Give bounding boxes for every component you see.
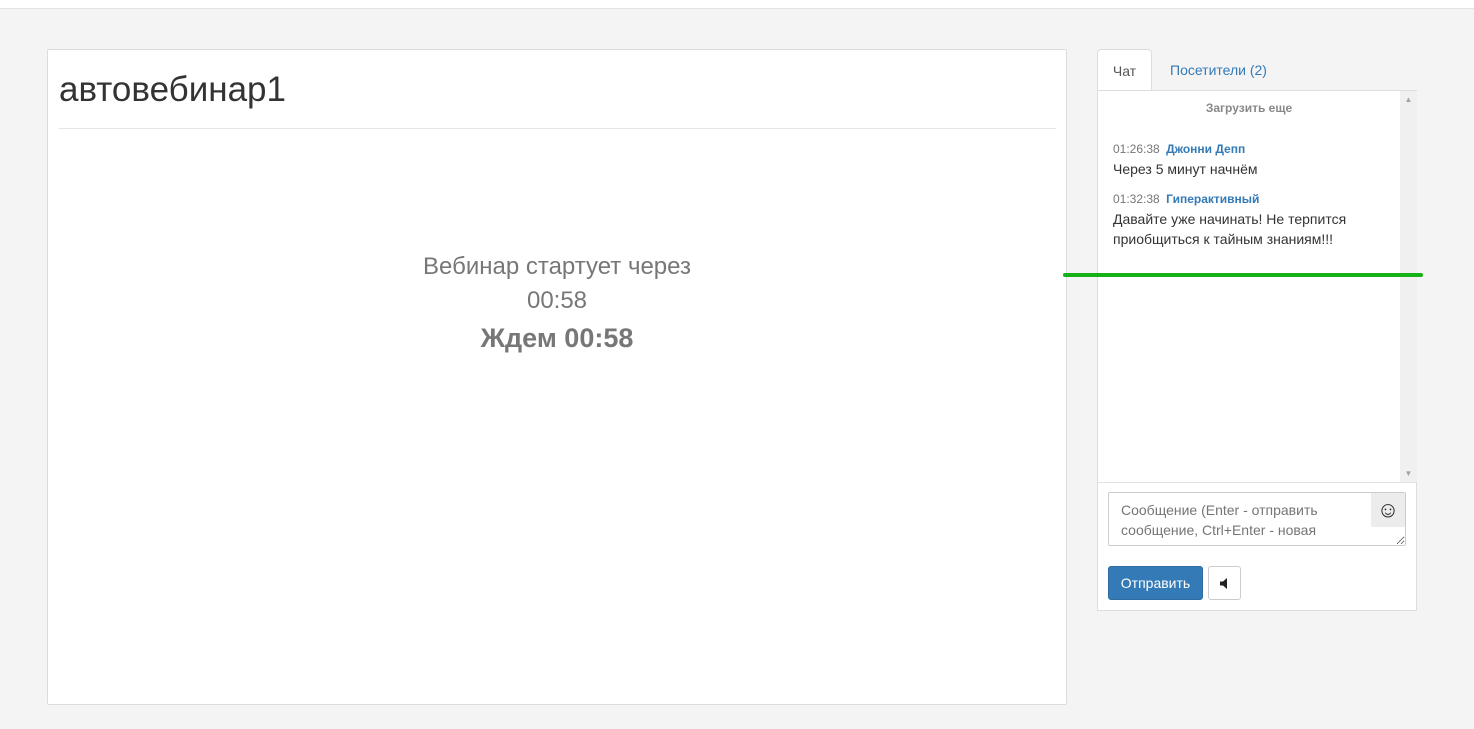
message-author[interactable]: Гиперактивный — [1166, 192, 1259, 206]
chat-message: 01:32:38 Гиперактивный Давайте уже начин… — [1113, 190, 1393, 249]
speaker-icon-graphic — [1220, 578, 1227, 589]
chat-box: Загрузить еще 01:26:38 Джонни Депп Через… — [1097, 90, 1417, 611]
message-text: Через 5 минут начнём — [1113, 161, 1258, 177]
countdown-label: Вебинар стартует через — [423, 253, 691, 280]
chat-divider — [1098, 482, 1416, 483]
tab-chat[interactable]: Чат — [1097, 49, 1152, 91]
message-meta: 01:32:38 Гиперактивный — [1113, 190, 1393, 208]
countdown: Вебинар стартует через 00:58 Ждем 00:58 — [48, 250, 1066, 358]
tab-visitors[interactable]: Посетители (2) — [1155, 49, 1282, 91]
smiley-icon[interactable]: ☺ — [1371, 493, 1405, 527]
message-author[interactable]: Джонни Депп — [1166, 142, 1245, 156]
page-title: автовебинар1 — [59, 70, 286, 109]
webinar-panel: автовебинар1 Вебинар стартует через 00:5… — [47, 49, 1067, 705]
send-button[interactable]: Отправить — [1108, 566, 1203, 600]
message-text: Давайте уже начинать! Не терпится приобщ… — [1113, 211, 1347, 247]
green-annotation-line — [1063, 273, 1423, 277]
message-list[interactable]: Загрузить еще 01:26:38 Джонни Депп Через… — [1098, 91, 1400, 482]
scroll-up-icon[interactable]: ▲ — [1400, 91, 1417, 108]
countdown-timer: 00:58 — [526, 287, 588, 314]
waiting-label: Ждем 00:58 — [480, 323, 634, 353]
load-more-link[interactable]: Загрузить еще — [1098, 101, 1400, 115]
chat-panel: Чат Посетители (2) Загрузить еще 01:26:3… — [1097, 49, 1417, 611]
top-bar — [0, 0, 1474, 9]
message-time: 01:32:38 — [1113, 192, 1160, 206]
chat-tabs: Чат Посетители (2) — [1097, 49, 1417, 91]
title-divider — [59, 128, 1056, 129]
chat-message: 01:26:38 Джонни Депп Через 5 минут начнё… — [1113, 140, 1393, 179]
speaker-icon[interactable] — [1208, 566, 1241, 600]
message-input[interactable] — [1108, 492, 1406, 546]
scroll-down-icon[interactable]: ▼ — [1400, 465, 1417, 482]
chat-scrollbar[interactable]: ▲ ▼ — [1400, 91, 1417, 482]
message-meta: 01:26:38 Джонни Депп — [1113, 140, 1393, 158]
message-time: 01:26:38 — [1113, 142, 1160, 156]
